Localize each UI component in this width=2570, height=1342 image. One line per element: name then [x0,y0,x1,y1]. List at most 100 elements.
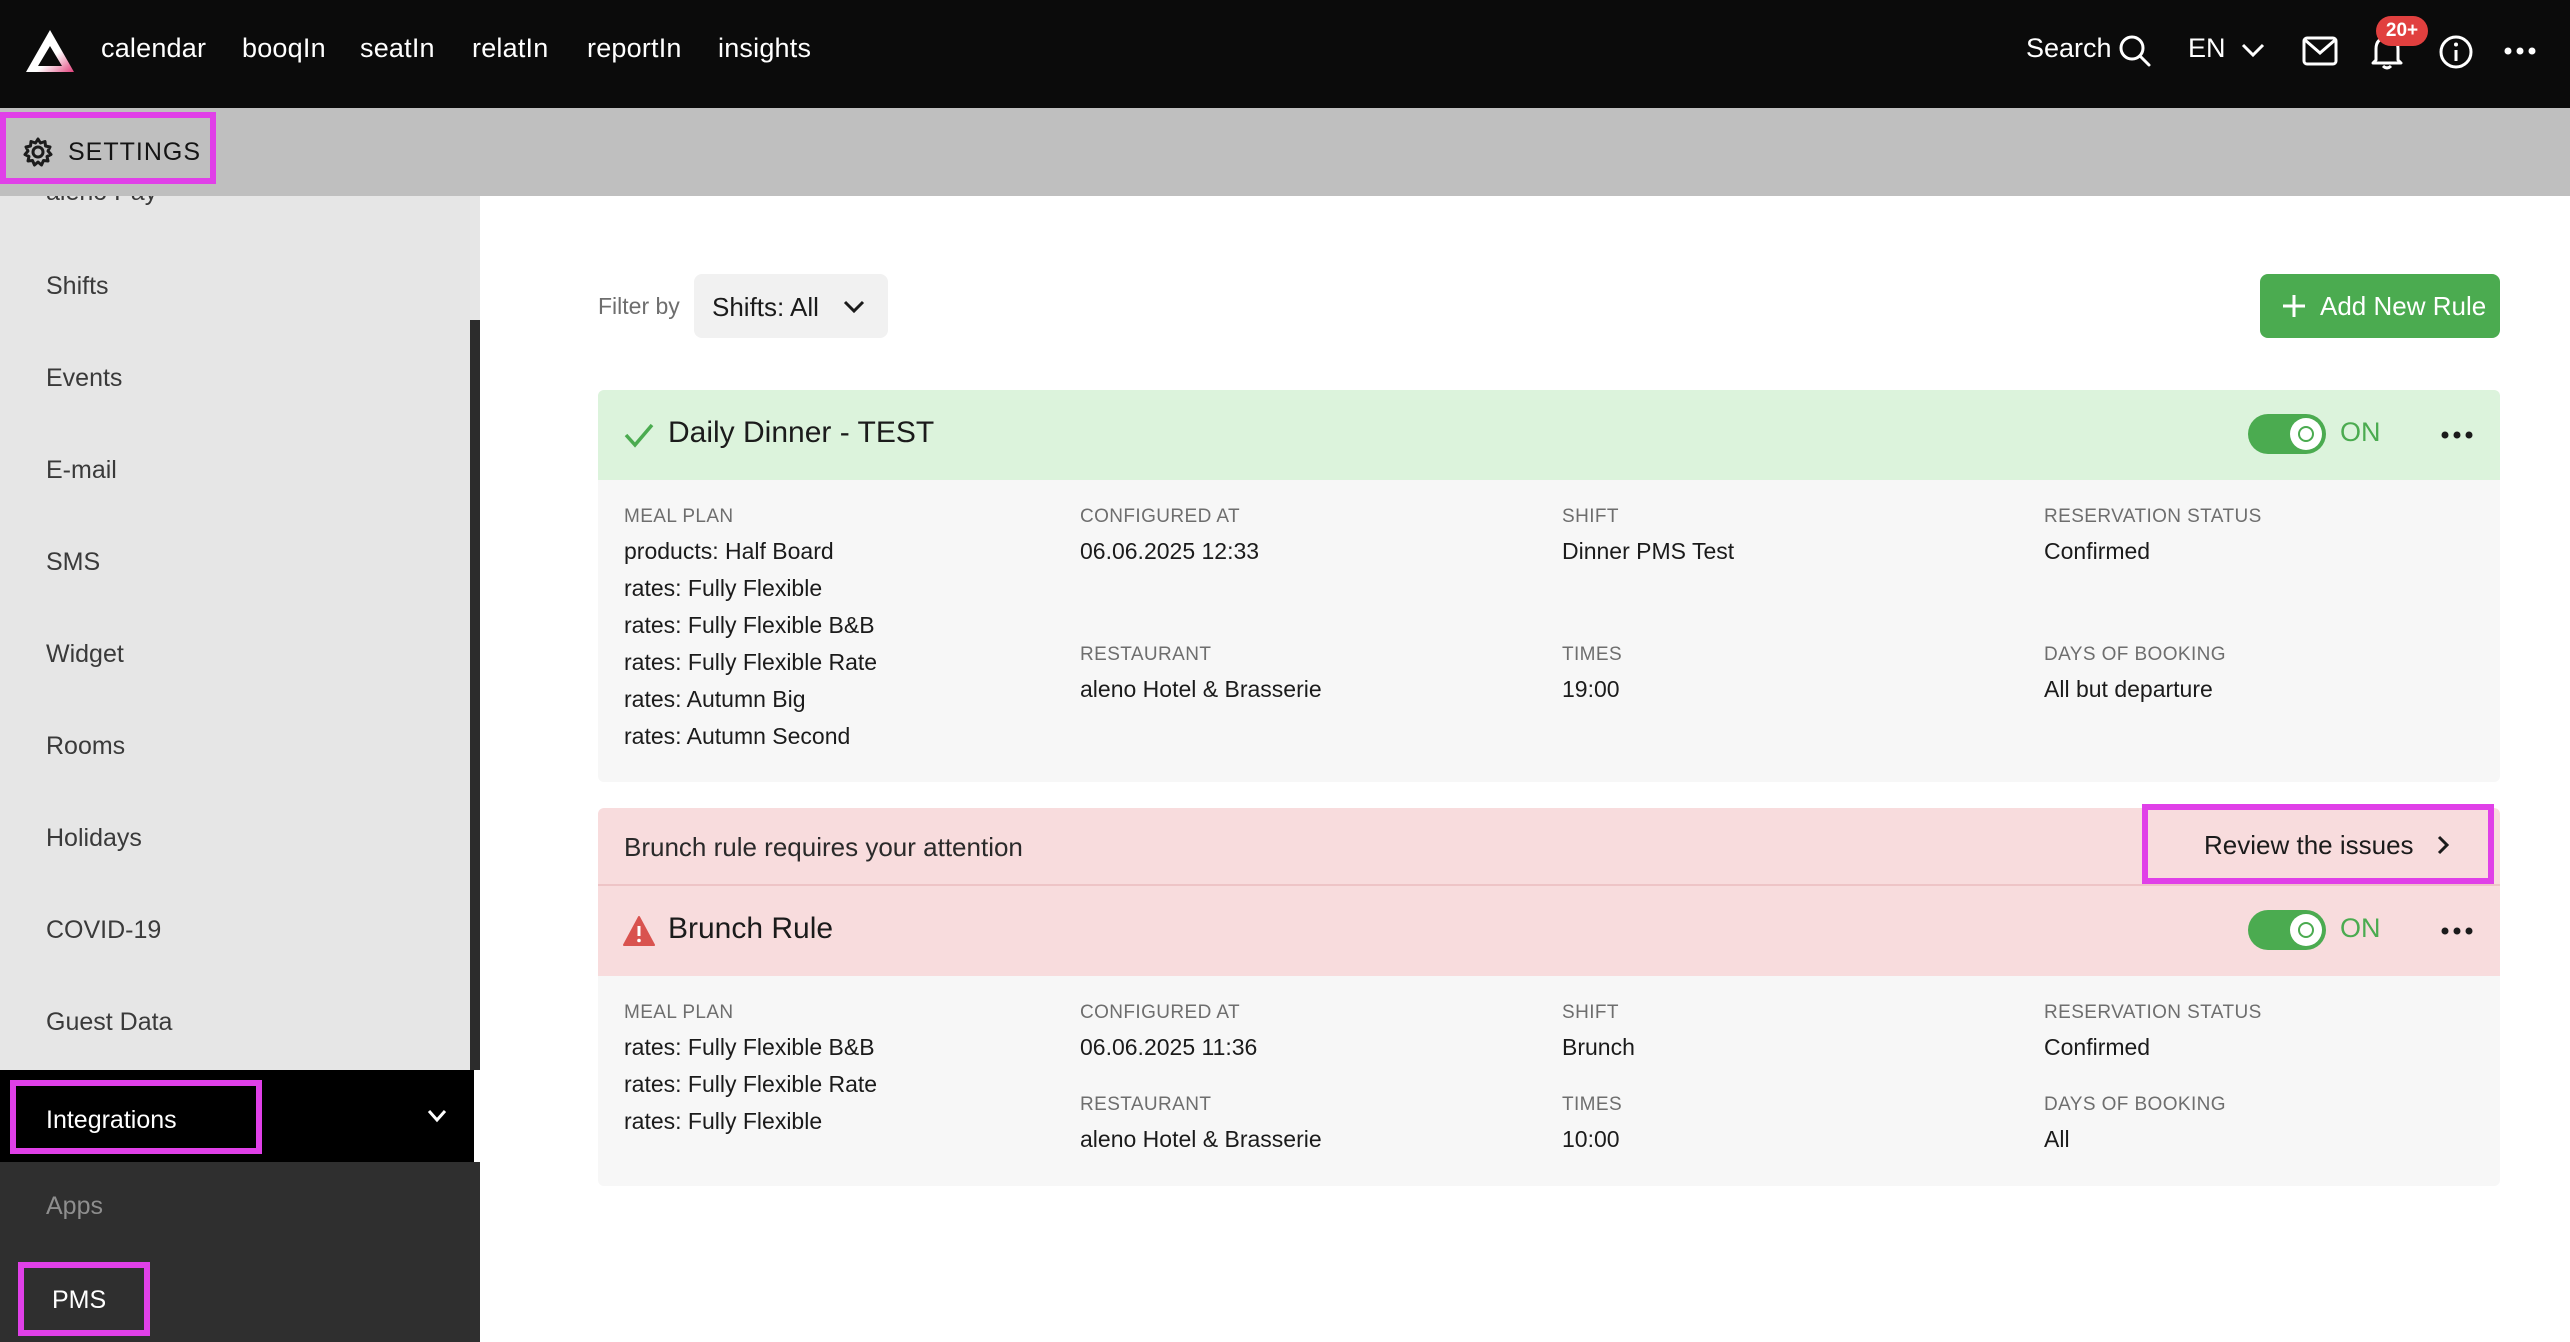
more-options-icon[interactable] [2440,428,2474,442]
gear-icon [23,137,53,167]
sidebar-item-guest-data[interactable]: Guest Data [46,1008,172,1037]
sidebar-item-covid-19[interactable]: COVID-19 [46,916,161,945]
shift-filter-dropdown[interactable]: Shifts: All [694,274,888,338]
rule-card-brunch: Brunch Rule ON MEAL PLAN rates: Fully Fl… [598,886,2500,1186]
restaurant-value: aleno Hotel & Brasserie [1080,676,1322,702]
days-of-booking-value: All but departure [2044,676,2213,702]
review-issues-button[interactable]: Review the issues [2154,816,2482,872]
info-icon[interactable] [2438,34,2474,70]
shift-value: Brunch [1562,1034,1635,1060]
times-label: TIMES [1562,1094,1623,1115]
sidebar-item-holidays[interactable]: Holidays [46,824,142,853]
top-navigation-bar: calendar booqIn seatIn relatIn reportIn … [0,0,2570,108]
nav-relatin[interactable]: relatIn [472,33,548,64]
rule-card-header: Daily Dinner - TEST ON [598,390,2500,480]
add-new-rule-label: Add New Rule [2320,291,2487,321]
rule-title: Daily Dinner - TEST [668,416,935,449]
sidebar-item-widget[interactable]: Widget [46,640,124,669]
meal-plan-item: rates: Fully Flexible Rate [624,649,878,675]
restaurant-label: RESTAURANT [1080,644,1212,665]
chevron-down-icon[interactable] [2240,40,2266,60]
meal-plan-item: rates: Autumn Second [624,723,851,749]
integrations-highlight: Integrations [10,1080,262,1154]
warning-icon [623,916,655,946]
toggle-state-label: ON [2340,913,2381,943]
integrations-label: Integrations [46,1106,177,1134]
reservation-status-value: Confirmed [2044,1034,2151,1060]
days-of-booking-label: DAYS OF BOOKING [2044,1094,2226,1115]
nav-calendar[interactable]: calendar [101,33,206,64]
nav-booqin[interactable]: booqIn [242,33,326,64]
reservation-status-label: RESERVATION STATUS [2044,1002,2262,1023]
pms-label: PMS [52,1286,107,1314]
chevron-right-icon [2437,835,2450,855]
rule-toggle[interactable] [2248,414,2326,454]
filter-label: Filter by [598,293,680,319]
nav-insights[interactable]: insights [718,33,811,64]
mail-icon[interactable] [2302,36,2338,66]
meal-plan-item: rates: Fully Flexible [624,575,823,601]
sidebar-section-integrations[interactable]: Integrations [0,1070,474,1162]
meal-plan-item: rates: Autumn Big [624,686,806,712]
settings-tab[interactable]: SETTINGS [0,112,216,184]
days-of-booking-value: All [2044,1126,2070,1152]
sidebar-item-aleno-pay[interactable]: aleno Pay [46,196,157,207]
meal-plan-label: MEAL PLAN [624,1002,734,1023]
sidebar-scrollbar[interactable] [470,320,480,1070]
chevron-down-icon[interactable] [426,1108,448,1124]
reservation-status-value: Confirmed [2044,538,2151,564]
rule-card-daily-dinner: Daily Dinner - TEST ON MEAL PLAN product… [598,390,2500,782]
sidebar-item-rooms[interactable]: Rooms [46,732,125,761]
restaurant-value: aleno Hotel & Brasserie [1080,1126,1322,1152]
rule-toggle[interactable] [2248,910,2326,950]
meal-plan-label: MEAL PLAN [624,506,734,527]
times-value: 19:00 [1562,676,1620,702]
attention-message: Brunch rule requires your attention [624,832,1023,862]
search-icon[interactable] [2118,34,2152,68]
meal-plan-item: rates: Fully Flexible [624,1108,823,1134]
configured-at-label: CONFIGURED AT [1080,506,1241,527]
times-label: TIMES [1562,644,1623,665]
review-issues-highlight: Review the issues [2142,804,2494,884]
shift-value: Dinner PMS Test [1562,538,1735,564]
nav-reportin[interactable]: reportIn [587,33,682,64]
filter-value: Shifts: All [712,292,819,322]
times-value: 10:00 [1562,1126,1620,1152]
toggle-knob [2290,418,2322,450]
restaurant-label: RESTAURANT [1080,1094,1212,1115]
search-label[interactable]: Search [2026,33,2112,64]
review-issues-label: Review the issues [2204,830,2414,860]
notification-badge: 20+ [2376,16,2428,46]
meal-plan-item: products: Half Board [624,538,834,564]
more-options-icon[interactable] [2504,44,2536,58]
add-new-rule-button[interactable]: Add New Rule [2260,274,2500,338]
sidebar-item-shifts[interactable]: Shifts [46,272,109,301]
meal-plan-item: rates: Fully Flexible B&B [624,1034,875,1060]
more-options-icon[interactable] [2440,924,2474,938]
meal-plan-item: rates: Fully Flexible B&B [624,612,875,638]
chevron-down-icon [843,300,865,314]
shift-label: SHIFT [1562,506,1619,527]
sidebar-item-pms[interactable]: PMS [18,1262,150,1336]
toggle-state-label: ON [2340,417,2381,447]
settings-sidebar: aleno Pay Shifts Events E-mail SMS Widge… [0,196,480,1070]
plus-icon [2283,295,2305,317]
shift-label: SHIFT [1562,1002,1619,1023]
sidebar-item-email[interactable]: E-mail [46,456,117,485]
days-of-booking-label: DAYS OF BOOKING [2044,644,2226,665]
aleno-logo-icon[interactable] [24,28,76,76]
integrations-submenu: Apps PMS [0,1162,480,1342]
toggle-knob [2290,914,2322,946]
configured-at-value: 06.06.2025 11:36 [1080,1034,1258,1060]
attention-banner: Brunch rule requires your attention Revi… [598,804,2500,886]
settings-label: SETTINGS [68,138,202,166]
sidebar-item-sms[interactable]: SMS [46,548,100,577]
nav-seatin[interactable]: seatIn [360,33,435,64]
meal-plan-item: rates: Fully Flexible Rate [624,1071,878,1097]
checkmark-icon [624,423,654,448]
language-selector[interactable]: EN [2188,33,2226,64]
rule-card-header: Brunch Rule ON [598,886,2500,976]
configured-at-label: CONFIGURED AT [1080,1002,1241,1023]
sidebar-item-apps[interactable]: Apps [46,1192,103,1221]
sidebar-item-events[interactable]: Events [46,364,122,393]
